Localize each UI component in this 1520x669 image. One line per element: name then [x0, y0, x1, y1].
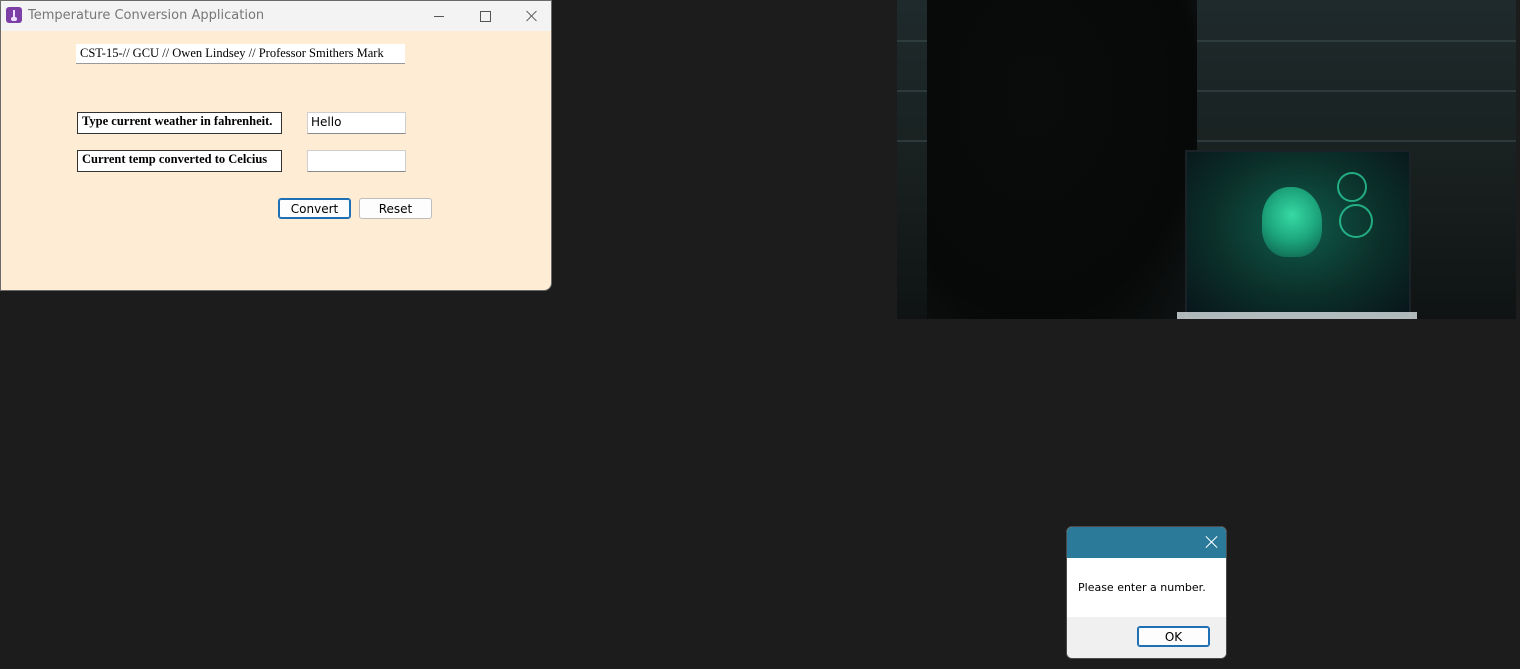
video-floor-light	[1177, 312, 1417, 319]
minimize-icon	[434, 15, 444, 17]
celsius-output[interactable]	[307, 150, 406, 172]
reset-button[interactable]: Reset	[359, 198, 432, 219]
video-ring	[1337, 172, 1367, 202]
video-ring	[1339, 204, 1373, 238]
window-title: Temperature Conversion Application	[28, 8, 265, 23]
video-thumbnail[interactable]	[897, 0, 1516, 319]
temperature-conversion-window: Temperature Conversion Application CST-1…	[0, 0, 552, 291]
convert-button[interactable]: Convert	[278, 198, 351, 219]
fahrenheit-input[interactable]: Hello	[307, 112, 406, 134]
dialog-titlebar[interactable]	[1067, 527, 1226, 558]
fahrenheit-label: Type current weather in fahrenheit.	[77, 112, 282, 134]
maximize-button[interactable]	[462, 1, 508, 31]
video-figure	[927, 0, 1197, 319]
thermometer-icon	[6, 7, 22, 23]
ok-button[interactable]: OK	[1137, 626, 1210, 647]
video-hologram-head	[1262, 187, 1322, 257]
celsius-label: Current temp converted to Celcius	[77, 150, 282, 172]
minimize-button[interactable]	[416, 1, 462, 31]
dialog-footer: OK	[1067, 617, 1226, 658]
error-dialog: Please enter a number. OK	[1066, 526, 1227, 659]
video-monitor	[1185, 150, 1411, 319]
window-titlebar[interactable]: Temperature Conversion Application	[1, 1, 551, 31]
dialog-message: Please enter a number.	[1078, 581, 1206, 594]
course-info-field[interactable]: CST-15-// GCU // Owen Lindsey // Profess…	[76, 44, 405, 64]
close-button[interactable]	[508, 1, 551, 31]
close-icon	[525, 10, 537, 22]
close-icon[interactable]	[1204, 535, 1218, 549]
maximize-icon	[479, 10, 491, 22]
